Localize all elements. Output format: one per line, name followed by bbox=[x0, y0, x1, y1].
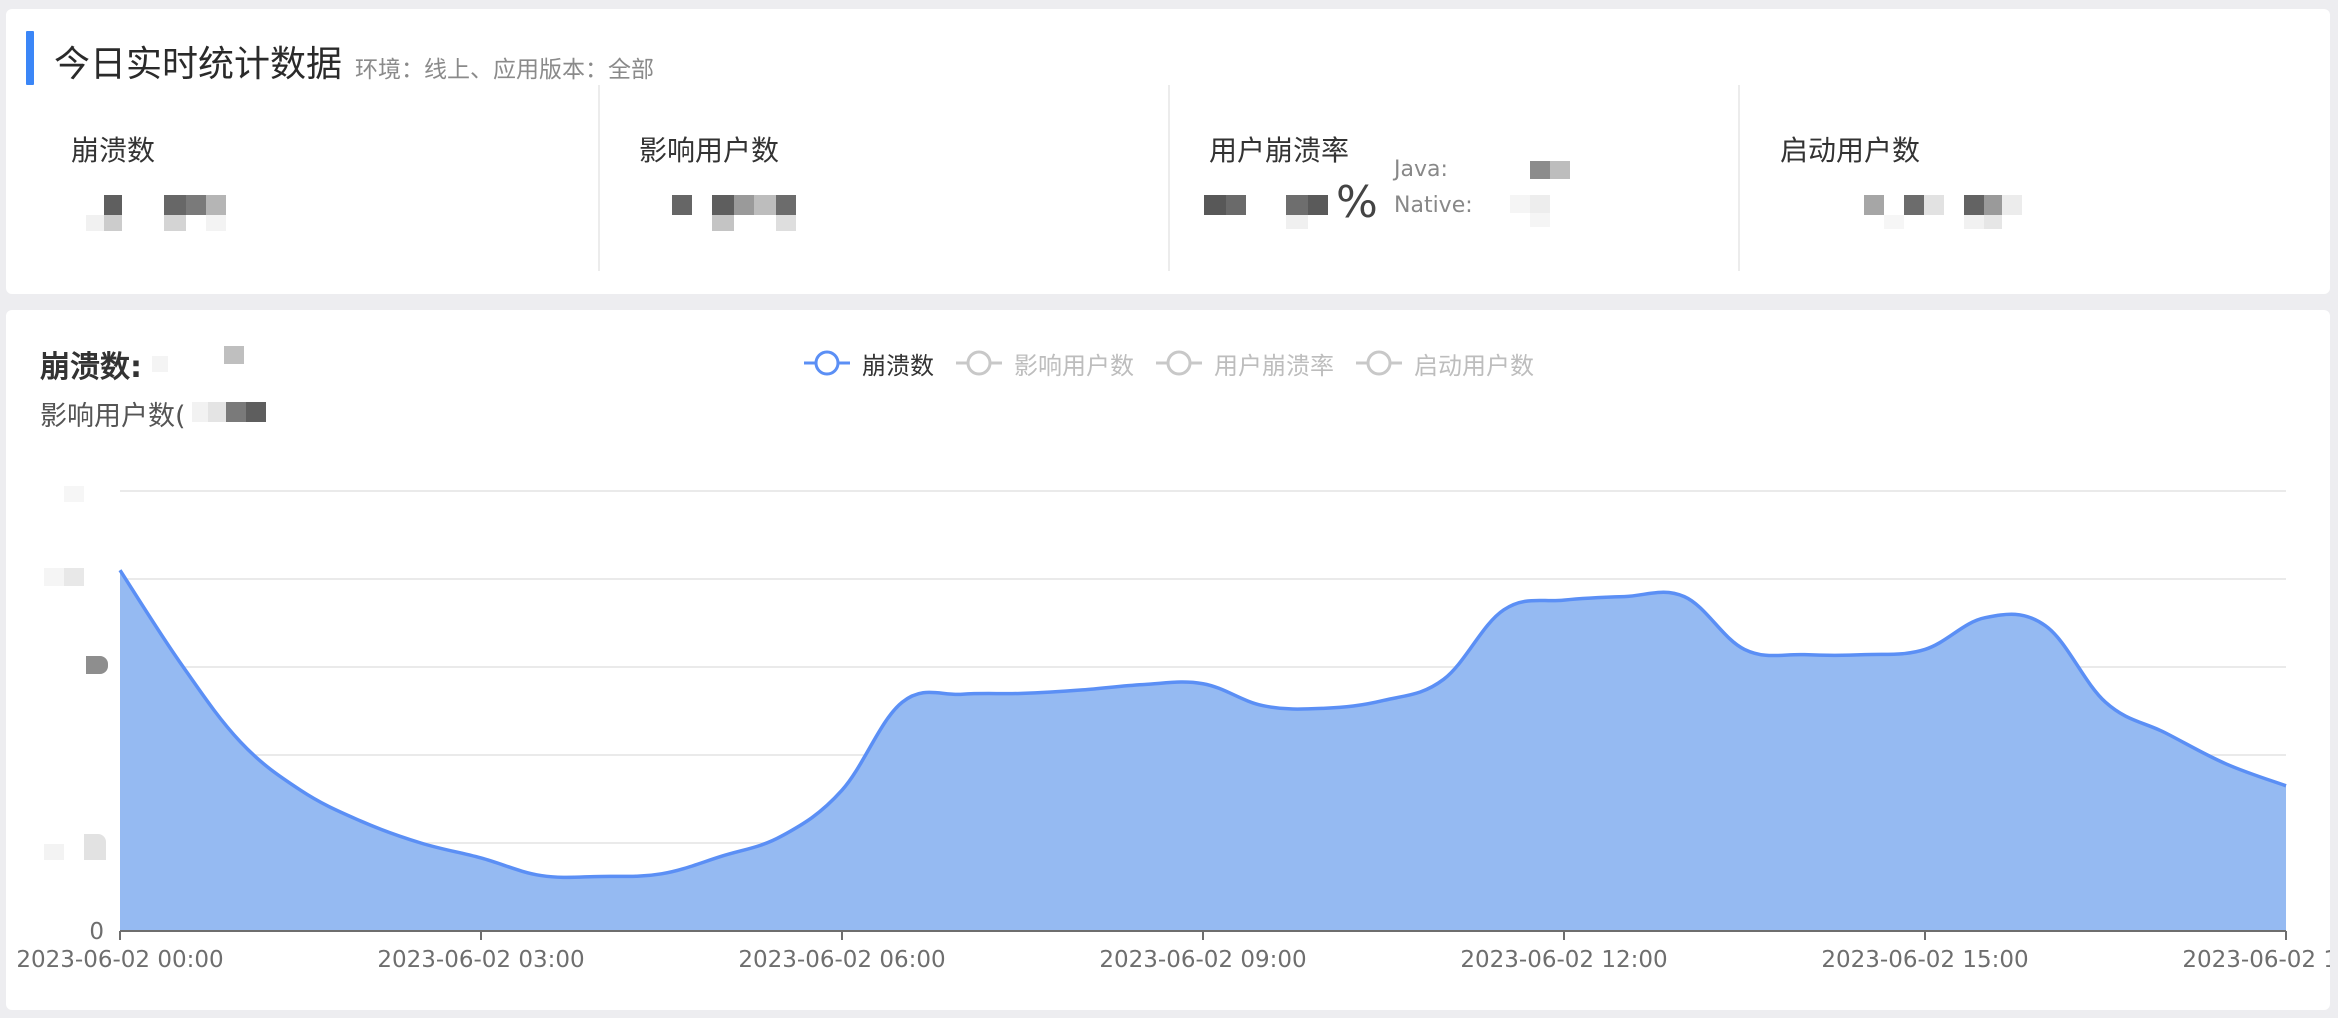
stats-card: 今日实时统计数据 环境：线上、应用版本：全部 崩溃数 影响用户数 用户崩溃率 %… bbox=[6, 9, 2330, 294]
stat-affected-users: 影响用户数 bbox=[576, 85, 1144, 271]
page-title: 今日实时统计数据 bbox=[54, 44, 343, 85]
series-area bbox=[120, 570, 2286, 931]
chart-series bbox=[118, 569, 2287, 931]
rate-unit: % bbox=[1336, 177, 1378, 228]
x-tick-label: 2023-06-02 00:00 bbox=[16, 947, 223, 973]
native-label: Native: bbox=[1394, 193, 1473, 218]
x-tick-label: 2023-06-02 18:00 bbox=[2182, 947, 2330, 973]
java-label: Java: bbox=[1394, 157, 1448, 182]
x-tick-label: 2023-06-02 09:00 bbox=[1099, 947, 1306, 973]
crash-area-chart: 2023-06-02 00:00 2023-06-02 03:00 2023-06-… bbox=[16, 490, 2330, 973]
stat-crash-rate: 用户崩溃率 % Java: Native: bbox=[1146, 85, 1714, 271]
title-accent-bar bbox=[26, 31, 34, 85]
chart-card: 崩溃数: 影响用户数( 崩溃数 影响用户数 用户崩溃率 启动用户数 2023-0… bbox=[6, 310, 2330, 1010]
stat-crash-count: 崩溃数 bbox=[6, 85, 574, 271]
x-tick-label: 2023-06-02 06:00 bbox=[738, 947, 945, 973]
environment-subtitle: 环境：线上、应用版本：全部 bbox=[355, 57, 654, 83]
stat-startup-users: 启动用户数 bbox=[1716, 85, 2284, 271]
stat-label: 用户崩溃率 bbox=[1209, 134, 1350, 167]
stat-label: 崩溃数 bbox=[71, 134, 156, 167]
stat-label: 启动用户数 bbox=[1780, 134, 1921, 167]
y-tick-label: 0 bbox=[89, 919, 104, 945]
x-tick-label: 2023-06-02 03:00 bbox=[377, 947, 584, 973]
x-tick-label: 2023-06-02 15:00 bbox=[1821, 947, 2028, 973]
chart-axes bbox=[119, 930, 2287, 940]
x-tick-label: 2023-06-02 12:00 bbox=[1460, 947, 1667, 973]
stat-label: 影响用户数 bbox=[639, 134, 780, 167]
